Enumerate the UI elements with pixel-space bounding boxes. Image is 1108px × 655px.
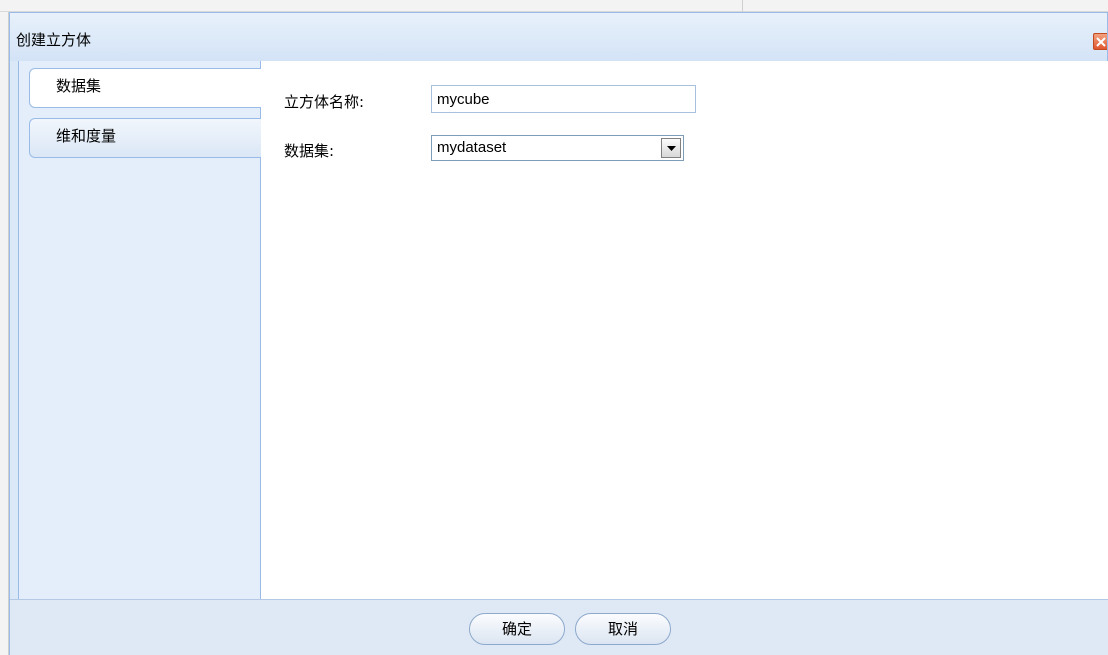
dataset-select[interactable]: mydataset [431, 135, 684, 161]
dialog-footer: 确定 取消 [10, 599, 1108, 655]
tab-dataset[interactable]: 数据集 [29, 68, 263, 108]
background-window-edge [0, 12, 9, 655]
tab-label: 维和度量 [56, 127, 117, 145]
tab-label: 数据集 [56, 77, 102, 95]
close-icon [1096, 37, 1106, 47]
chevron-down-icon [667, 146, 676, 151]
content-panel: 立方体名称: 数据集: mydataset [261, 61, 1108, 599]
cube-name-input[interactable] [431, 85, 696, 113]
dialog-body: 数据集 维和度量 立方体名称: 数据集: mydataset [18, 61, 1108, 599]
sidebar: 数据集 维和度量 [18, 61, 263, 599]
background-window-header [0, 0, 1108, 12]
tab-dimensions-measures[interactable]: 维和度量 [29, 118, 263, 158]
cancel-button[interactable]: 取消 [575, 613, 671, 645]
dropdown-button[interactable] [661, 138, 681, 158]
cube-name-label: 立方体名称: [284, 93, 365, 111]
dataset-select-value: mydataset [437, 139, 507, 156]
ok-button[interactable]: 确定 [469, 613, 565, 645]
dialog-title: 创建立方体 [16, 31, 92, 49]
dataset-label: 数据集: [284, 142, 335, 160]
background-column-divider [742, 0, 743, 12]
close-button[interactable] [1093, 33, 1107, 50]
dialog-titlebar[interactable]: 创建立方体 [10, 13, 1107, 61]
create-cube-dialog: 创建立方体 数据集 维和度量 立方体名称: 数据集: mydataset [9, 12, 1108, 655]
